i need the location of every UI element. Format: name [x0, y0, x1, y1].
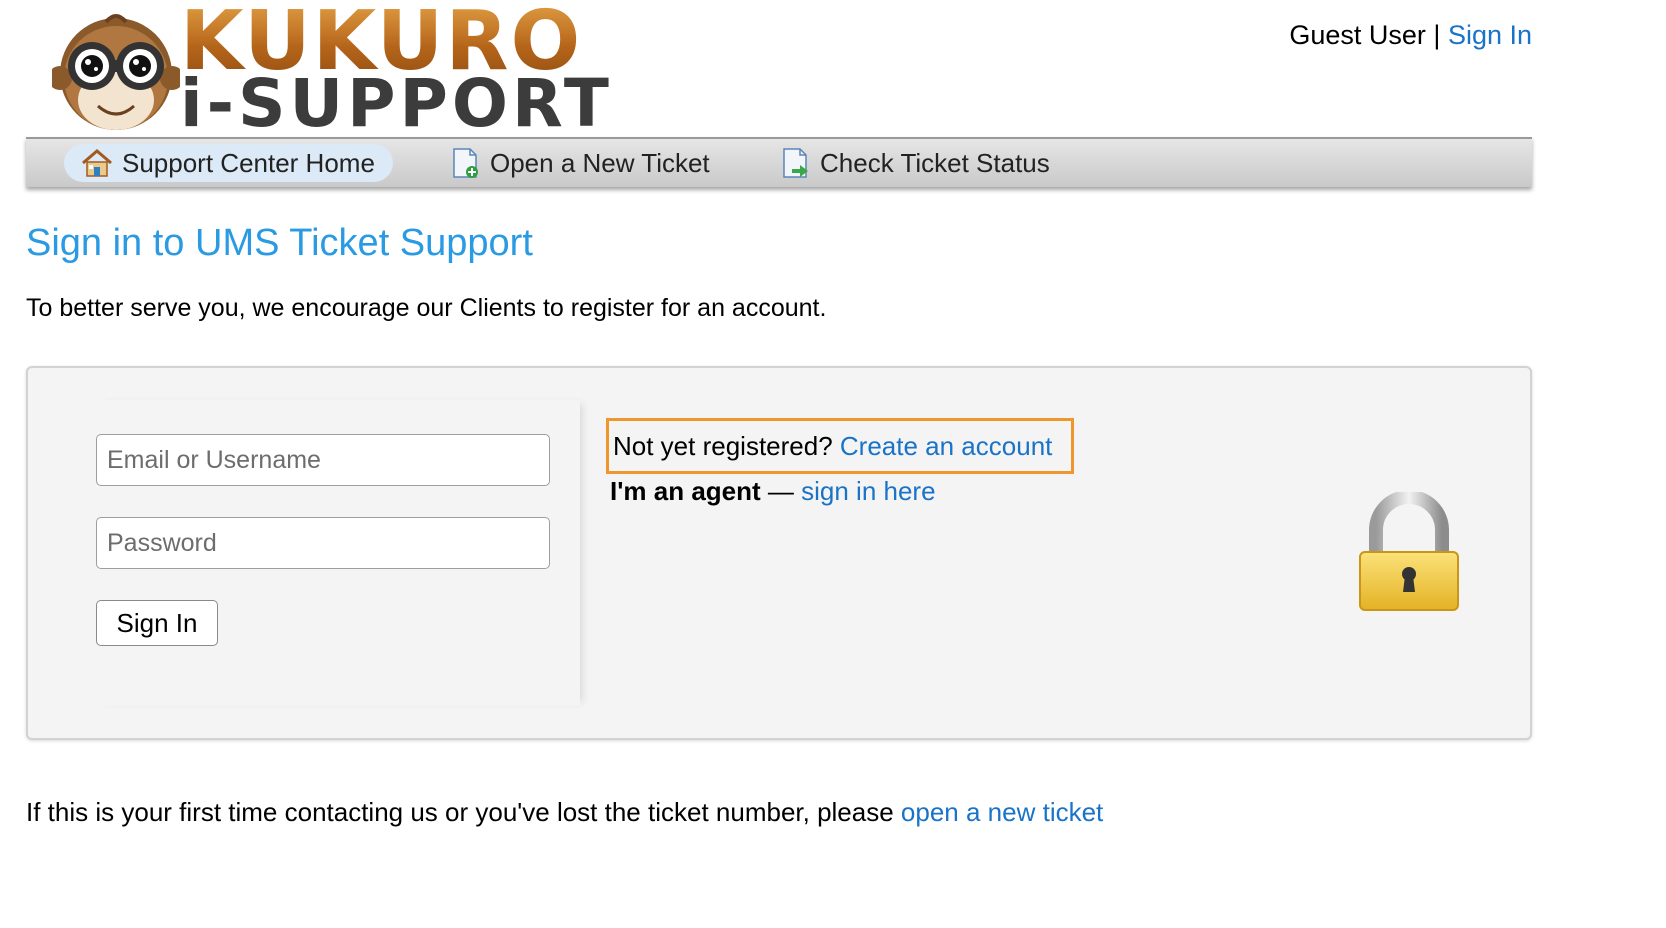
nav-label: Open a New Ticket — [490, 147, 710, 178]
nav-label: Support Center Home — [122, 147, 375, 178]
page-header: KUKURO i-SUPPORT Guest User | Sign In — [0, 0, 1666, 140]
sign-in-button[interactable]: Sign In — [96, 600, 218, 646]
create-account-link[interactable]: Create an account — [840, 431, 1052, 462]
password-input[interactable] — [96, 517, 550, 569]
register-highlight-box: Not yet registered? Create an account — [606, 418, 1074, 474]
agent-sign-in-link[interactable]: sign in here — [801, 476, 935, 506]
ticket-status-icon — [783, 148, 808, 178]
register-prompt: Not yet registered? — [613, 430, 833, 461]
login-panel: Sign In Not yet registered? Create an ac… — [26, 366, 1532, 740]
login-form: Sign In — [96, 400, 580, 706]
nav-open-new-ticket[interactable]: Open a New Ticket — [448, 144, 710, 182]
intro-text: To better serve you, we encourage our Cl… — [26, 294, 827, 322]
footer-help-text: If this is your first time contacting us… — [26, 797, 1103, 828]
new-ticket-icon — [453, 148, 478, 178]
footer-text: If this is your first time contacting us… — [26, 797, 894, 827]
agent-label: I'm an agent — [610, 476, 761, 506]
main-nav: Support Center Home Open a New Ticket Ch… — [26, 137, 1532, 187]
guest-user-label: Guest User — [1289, 20, 1426, 50]
agent-signin-line: I'm an agent — sign in here — [610, 476, 936, 507]
monkey-goggles-icon — [52, 14, 180, 130]
agent-dash: — — [767, 476, 794, 506]
page-title: Sign in to UMS Ticket Support — [26, 222, 533, 264]
open-new-ticket-link[interactable]: open a new ticket — [901, 797, 1103, 827]
header-sign-in-link[interactable]: Sign In — [1448, 20, 1532, 50]
nav-check-ticket-status[interactable]: Check Ticket Status — [778, 144, 1050, 182]
nav-support-center-home[interactable]: Support Center Home — [64, 144, 393, 182]
padlock-icon — [1359, 492, 1459, 611]
nav-label: Check Ticket Status — [820, 147, 1050, 178]
logo[interactable]: KUKURO i-SUPPORT — [52, 0, 652, 140]
home-icon — [82, 149, 112, 177]
logo-text-support: i-SUPPORT — [180, 65, 613, 142]
user-area-separator: | — [1433, 20, 1441, 50]
email-username-input[interactable] — [96, 434, 550, 486]
user-area: Guest User | Sign In — [1289, 20, 1532, 51]
